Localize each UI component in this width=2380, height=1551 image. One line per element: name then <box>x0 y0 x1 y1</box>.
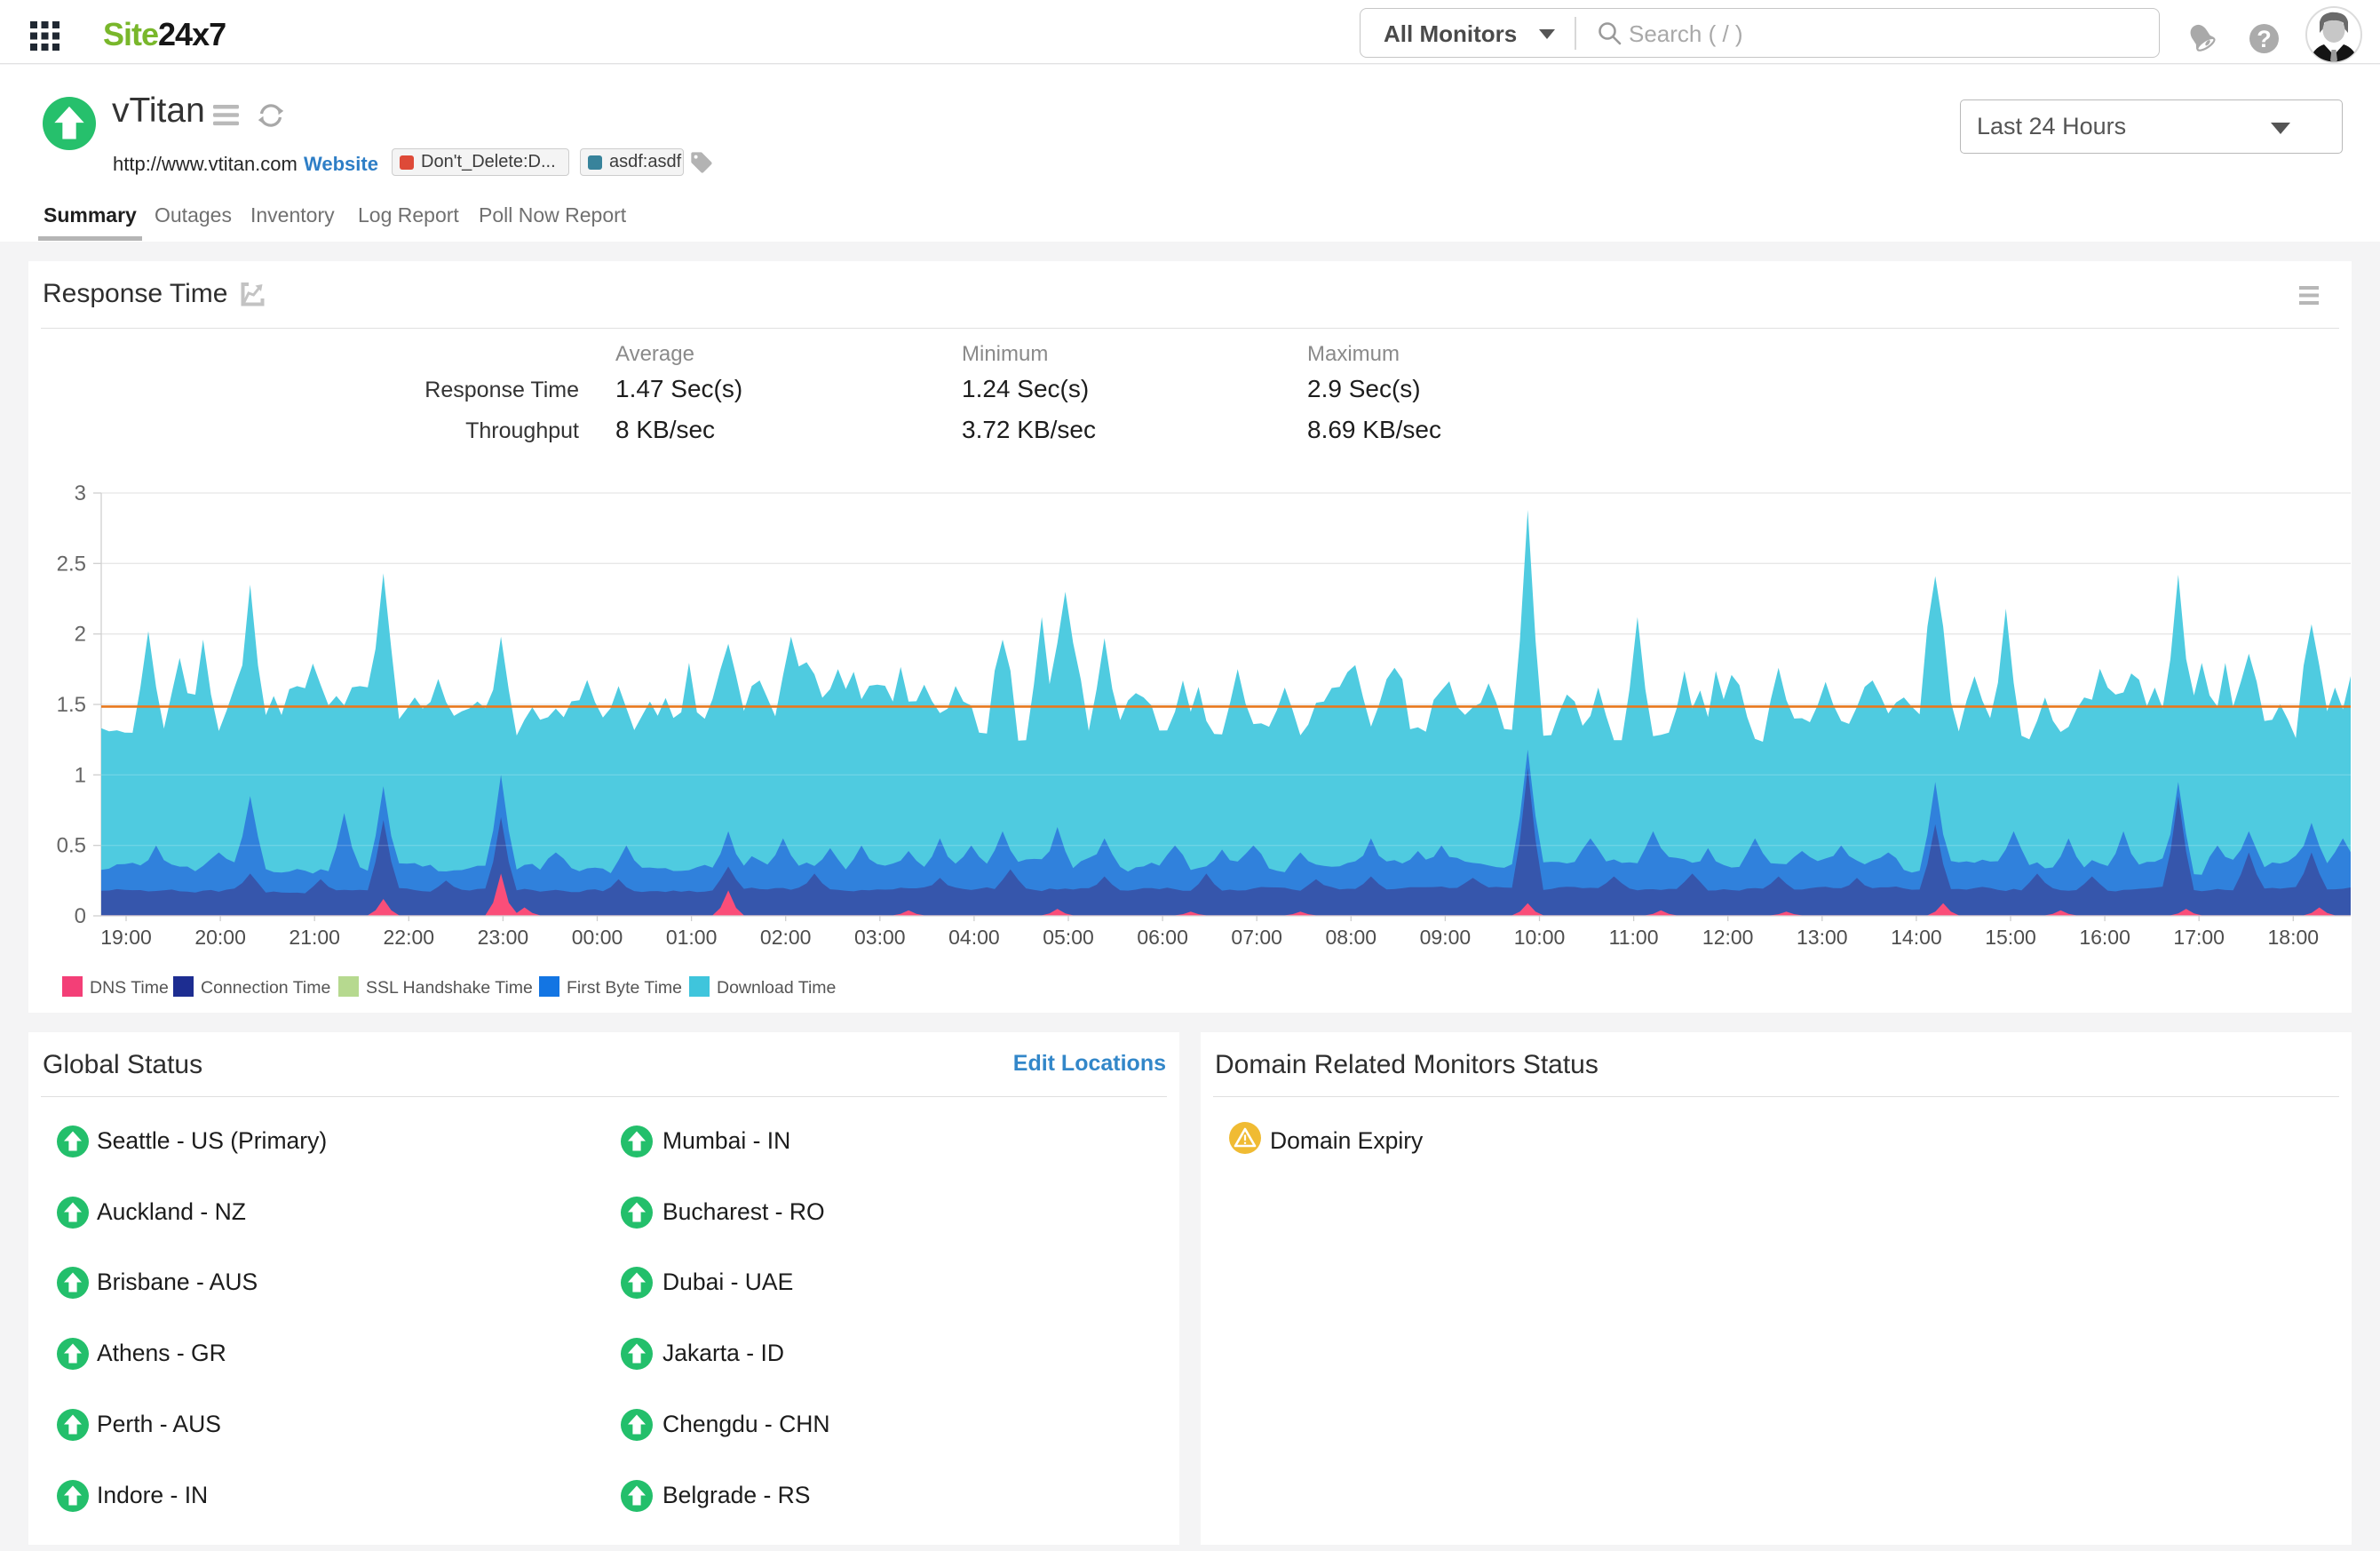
svg-text:00:00: 00:00 <box>572 926 623 949</box>
svg-text:21:00: 21:00 <box>289 926 340 949</box>
svg-text:20:00: 20:00 <box>194 926 246 949</box>
svg-text:15:00: 15:00 <box>1985 926 2036 949</box>
svg-text:09:00: 09:00 <box>1420 926 1472 949</box>
svg-text:1: 1 <box>75 763 86 787</box>
svg-text:22:00: 22:00 <box>384 926 435 949</box>
svg-text:13:00: 13:00 <box>1797 926 1848 949</box>
svg-text:07:00: 07:00 <box>1231 926 1282 949</box>
svg-text:2.5: 2.5 <box>57 552 86 576</box>
svg-text:14:00: 14:00 <box>1891 926 1942 949</box>
svg-text:17:00: 17:00 <box>2173 926 2225 949</box>
svg-text:03:00: 03:00 <box>854 926 906 949</box>
svg-text:06:00: 06:00 <box>1137 926 1188 949</box>
svg-text:10:00: 10:00 <box>1514 926 1566 949</box>
svg-text:01:00: 01:00 <box>666 926 718 949</box>
svg-text:0.5: 0.5 <box>57 834 86 858</box>
svg-text:12:00: 12:00 <box>1702 926 1754 949</box>
svg-text:0: 0 <box>75 904 86 928</box>
svg-text:3: 3 <box>75 481 86 505</box>
svg-text:04:00: 04:00 <box>948 926 1000 949</box>
svg-text:02:00: 02:00 <box>760 926 812 949</box>
svg-text:1.5: 1.5 <box>57 693 86 717</box>
svg-text:05:00: 05:00 <box>1043 926 1094 949</box>
svg-text:2: 2 <box>75 623 86 647</box>
svg-text:18:00: 18:00 <box>2268 926 2320 949</box>
svg-text:11:00: 11:00 <box>1609 926 1659 949</box>
svg-text:16:00: 16:00 <box>2079 926 2130 949</box>
svg-text:08:00: 08:00 <box>1326 926 1377 949</box>
svg-text:23:00: 23:00 <box>478 926 529 949</box>
svg-text:19:00: 19:00 <box>100 926 152 949</box>
